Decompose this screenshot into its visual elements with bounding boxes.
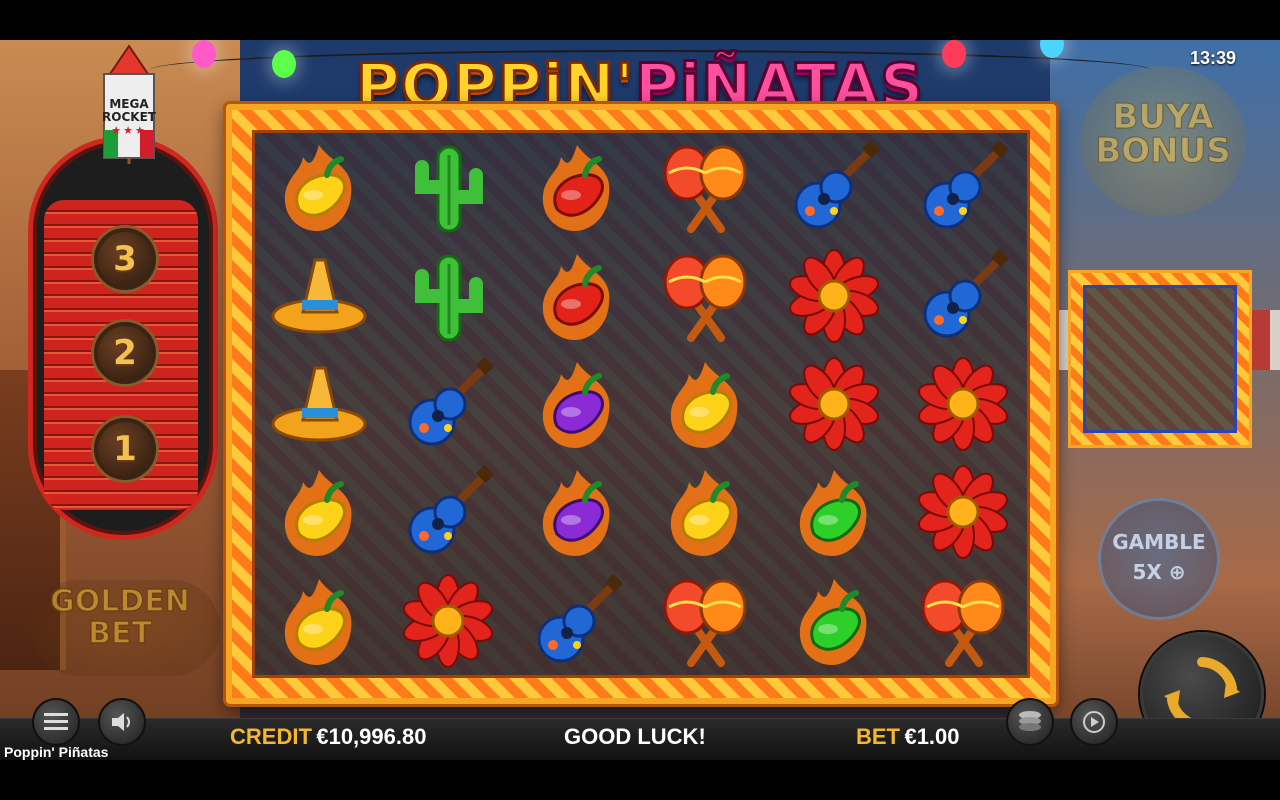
reel-grid xyxy=(252,130,1030,678)
guitar-icon xyxy=(408,466,494,554)
gamble-label: GAMBLE xyxy=(1112,530,1206,554)
reel-cell xyxy=(384,133,513,241)
reel-cell xyxy=(512,241,641,349)
reel-cell xyxy=(641,241,770,349)
reel-cell xyxy=(641,133,770,241)
feature-preview-box xyxy=(1068,270,1252,448)
guitar-icon xyxy=(408,357,494,446)
maracas-icon xyxy=(663,145,747,234)
reel-cell xyxy=(512,567,641,675)
flower-icon xyxy=(788,356,880,451)
string-light-icon xyxy=(272,50,296,78)
credit-value: €10,996.80 xyxy=(316,724,427,749)
guitar-icon xyxy=(794,140,880,229)
menu-button[interactable] xyxy=(32,698,80,746)
reel-cell xyxy=(512,458,641,566)
reel-cell xyxy=(641,350,770,458)
reel-cell xyxy=(641,458,770,566)
reel-cell xyxy=(255,350,384,458)
reel-cell xyxy=(255,133,384,241)
flower-icon xyxy=(917,356,1008,451)
reel-cell xyxy=(770,567,899,675)
reel-cell xyxy=(770,241,899,349)
reel-cell xyxy=(255,567,384,675)
red-pepper-icon xyxy=(542,145,610,232)
bet-label: BET xyxy=(856,724,900,749)
sombrero-icon xyxy=(271,258,367,334)
flower-icon xyxy=(917,465,1008,560)
reel-cell xyxy=(641,567,770,675)
reel-cell xyxy=(384,567,513,675)
maracas-icon xyxy=(921,579,1005,667)
cactus-icon xyxy=(414,254,483,342)
sombrero-icon xyxy=(271,366,367,442)
red-pepper-icon xyxy=(542,253,610,340)
game-name: Poppin' Piñatas xyxy=(4,744,109,760)
bet-display[interactable]: BET €1.00 xyxy=(856,724,960,750)
reel-cell xyxy=(898,133,1027,241)
cactus-icon xyxy=(414,145,483,233)
reel-cell xyxy=(770,458,899,566)
speaker-icon xyxy=(112,713,130,731)
yellow-pepper-icon xyxy=(285,470,352,557)
yellow-pepper-icon xyxy=(285,145,352,232)
status-message: GOOD LUCK! xyxy=(564,724,706,749)
feature-preview-window xyxy=(1083,285,1237,433)
coin-stack-icon xyxy=(1019,711,1041,731)
reel-frame xyxy=(226,104,1056,704)
guitar-icon xyxy=(923,249,1009,338)
hamburger-icon xyxy=(44,713,68,730)
autoplay-icon xyxy=(1083,711,1105,733)
flower-icon xyxy=(402,573,494,668)
yellow-pepper-icon xyxy=(671,470,738,557)
bet-value: €1.00 xyxy=(904,724,960,749)
reel-cell xyxy=(384,350,513,458)
reel-cell xyxy=(384,241,513,349)
reel-cell xyxy=(384,458,513,566)
bottom-black-bar xyxy=(0,760,1280,800)
green-pepper-icon xyxy=(799,578,867,665)
guitar-icon xyxy=(537,574,623,663)
green-pepper-icon xyxy=(799,470,867,557)
reel-cell xyxy=(898,350,1027,458)
reel-cell xyxy=(255,458,384,566)
maracas-icon xyxy=(663,579,747,667)
mega-rocket-label: MEGA ROCKET xyxy=(102,97,156,124)
reel-cell xyxy=(512,350,641,458)
credit-display: CREDIT €10,996.80 xyxy=(230,724,426,750)
yellow-pepper-icon xyxy=(671,361,738,448)
purple-pepper-icon xyxy=(542,470,610,557)
reel-cell xyxy=(770,133,899,241)
plus-icon: ⊕ xyxy=(1161,560,1186,584)
flower-icon xyxy=(788,248,880,343)
credit-label: CREDIT xyxy=(230,724,312,749)
reel-cell xyxy=(898,567,1027,675)
top-black-bar xyxy=(0,0,1280,40)
rocket-level-badge: 3 xyxy=(94,228,156,290)
golden-bet-label: GOLDEN BET xyxy=(49,584,190,651)
rocket-level-badge: 1 xyxy=(94,418,156,480)
gamble-button[interactable] xyxy=(1098,498,1220,620)
string-light-icon xyxy=(192,40,216,68)
guitar-icon xyxy=(923,140,1009,229)
purple-pepper-icon xyxy=(542,361,610,448)
sound-button[interactable] xyxy=(98,698,146,746)
buy-bonus-label: BUYA BONUS xyxy=(1095,97,1231,171)
yellow-pepper-icon xyxy=(285,578,352,665)
bet-settings-button[interactable] xyxy=(1006,698,1054,746)
reel-cell xyxy=(898,241,1027,349)
reel-cell xyxy=(255,241,384,349)
autoplay-button[interactable] xyxy=(1070,698,1118,746)
mega-rocket-stars: ★★★ xyxy=(111,125,147,137)
rocket-level-badge: 2 xyxy=(94,322,156,384)
reel-cell xyxy=(512,133,641,241)
clock: 13:39 xyxy=(1189,48,1236,68)
gamble-multiplier: 5X ⊕ xyxy=(1132,560,1186,584)
maracas-icon xyxy=(663,254,747,342)
reel-cell xyxy=(898,458,1027,566)
reel-cell xyxy=(770,350,899,458)
